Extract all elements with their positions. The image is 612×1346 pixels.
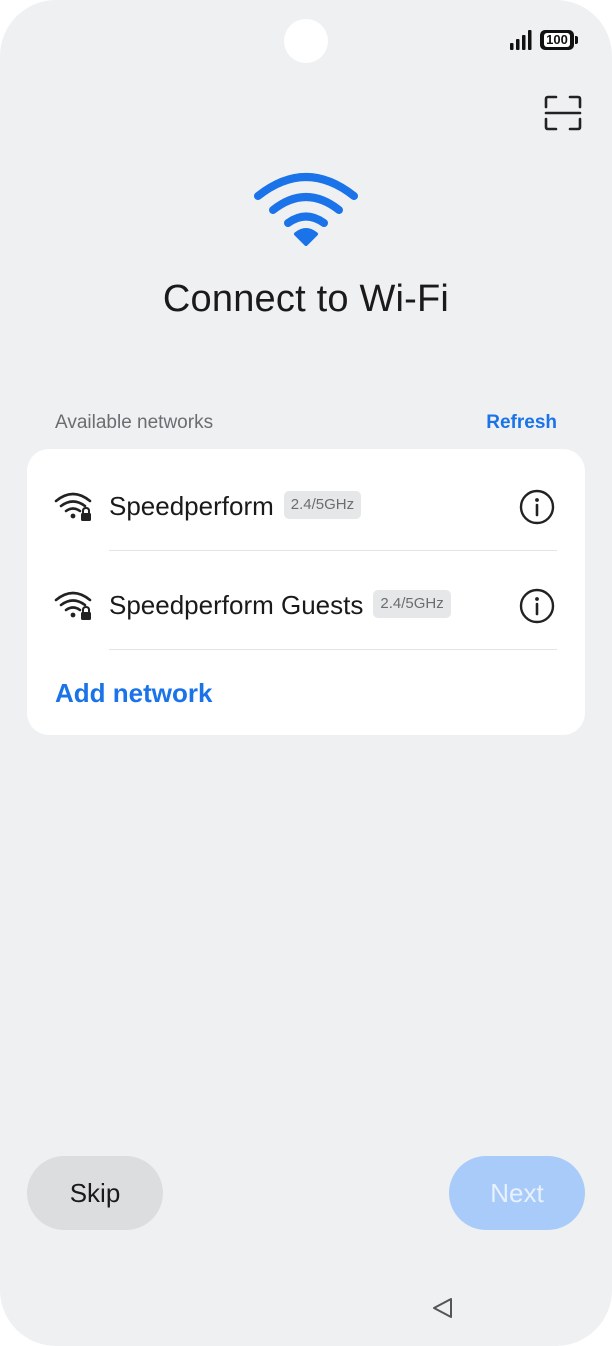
- network-item-speedperform[interactable]: Speedperform 2.4/5GHz: [27, 454, 585, 552]
- divider: [109, 550, 557, 551]
- back-triangle-icon[interactable]: [430, 1296, 456, 1320]
- camera-cutout: [284, 19, 328, 63]
- info-icon[interactable]: [519, 588, 555, 624]
- wifi-locked-icon: [54, 591, 92, 620]
- refresh-button[interactable]: Refresh: [486, 412, 557, 434]
- wifi-icon: [254, 173, 358, 246]
- battery-level: 100: [544, 32, 570, 47]
- setup-screen: 100 Connect to Wi-Fi Available networks …: [0, 0, 612, 1346]
- band-badge: 2.4/5GHz: [283, 491, 362, 520]
- info-icon[interactable]: [519, 489, 555, 525]
- network-item-speedperform-guests[interactable]: Speedperform Guests 2.4/5GHz: [27, 553, 585, 651]
- section-label: Available networks: [55, 412, 214, 433]
- page-title: Connect to Wi-Fi: [162, 278, 450, 320]
- wifi-locked-icon: [54, 492, 92, 521]
- network-list-card: Speedperform 2.4/5GHz Speedperform Guests…: [27, 449, 585, 735]
- next-button[interactable]: Next: [449, 1156, 585, 1230]
- battery-tip: [575, 36, 578, 44]
- divider: [109, 649, 557, 650]
- network-name-text: Speedperform: [109, 491, 274, 521]
- status-bar: 100: [510, 30, 578, 50]
- skip-button[interactable]: Skip: [27, 1156, 163, 1230]
- band-badge: 2.4/5GHz: [373, 590, 451, 619]
- network-name-text: Speedperform Guests: [109, 590, 364, 620]
- battery-icon: 100: [540, 30, 578, 50]
- qr-scan-icon[interactable]: [544, 95, 582, 131]
- network-name: Speedperform 2.4/5GHz: [109, 491, 362, 522]
- network-name: Speedperform Guests 2.4/5GHz: [109, 590, 451, 621]
- add-network-button[interactable]: Add network: [55, 678, 212, 709]
- signal-icon: [510, 30, 532, 50]
